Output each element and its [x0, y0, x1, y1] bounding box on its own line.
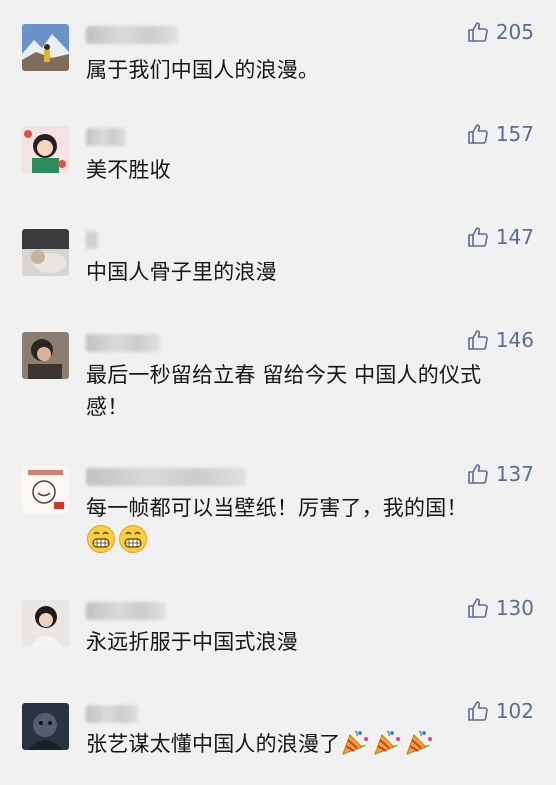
blurred-username [86, 334, 160, 352]
like-count: 137 [495, 462, 534, 486]
like-button[interactable]: 130 [466, 596, 534, 620]
like-count: 147 [495, 225, 534, 249]
like-count: 205 [495, 20, 534, 44]
like-button[interactable]: 102 [466, 699, 534, 723]
avatar[interactable] [22, 466, 69, 513]
like-button[interactable]: 137 [466, 462, 534, 486]
party-popper-icon [372, 727, 402, 757]
thumbs-up-icon [466, 328, 490, 352]
comment-text: 每一帧都可以当壁纸！厉害了，我的国！ [86, 496, 468, 520]
comment-text: 最后一秒留给立春 留给今天 中国人的仪式 [86, 363, 482, 387]
comment-text: 美不胜收 [86, 158, 171, 182]
avatar[interactable] [22, 332, 69, 379]
thumbs-up-icon [466, 20, 490, 44]
blurred-username [86, 231, 98, 249]
party-popper-icon [404, 727, 434, 757]
blurred-username [86, 705, 138, 723]
grinning-face-icon [118, 524, 148, 554]
like-button[interactable]: 205 [466, 20, 534, 44]
comment-text: 属于我们中国人的浪漫。 [86, 58, 320, 82]
avatar[interactable] [22, 24, 69, 71]
like-button[interactable]: 146 [466, 328, 534, 352]
party-popper-icon [340, 727, 370, 757]
avatar[interactable] [22, 600, 69, 647]
comment-text: 中国人骨子里的浪漫 [86, 260, 277, 284]
thumbs-up-icon [466, 122, 490, 146]
avatar[interactable] [22, 703, 69, 750]
avatar[interactable] [22, 229, 69, 276]
blurred-username [86, 26, 178, 44]
like-count: 146 [495, 328, 534, 352]
thumbs-up-icon [466, 462, 490, 486]
comment-text: 永远折服于中国式浪漫 [86, 630, 298, 654]
thumbs-up-icon [466, 596, 490, 620]
thumbs-up-icon [466, 699, 490, 723]
thumbs-up-icon [466, 225, 490, 249]
blurred-username [86, 128, 126, 146]
like-button[interactable]: 147 [466, 225, 534, 249]
like-count: 157 [495, 122, 534, 146]
blurred-username [86, 468, 246, 486]
like-count: 130 [495, 596, 534, 620]
avatar[interactable] [22, 126, 69, 173]
blurred-username [86, 602, 166, 620]
comment-text-continued: 感！ [86, 395, 129, 419]
like-button[interactable]: 157 [466, 122, 534, 146]
emoji-row [86, 524, 150, 558]
comment-text: 张艺谋太懂中国人的浪漫了 [86, 727, 436, 761]
like-count: 102 [495, 699, 534, 723]
grinning-face-icon [86, 524, 116, 554]
